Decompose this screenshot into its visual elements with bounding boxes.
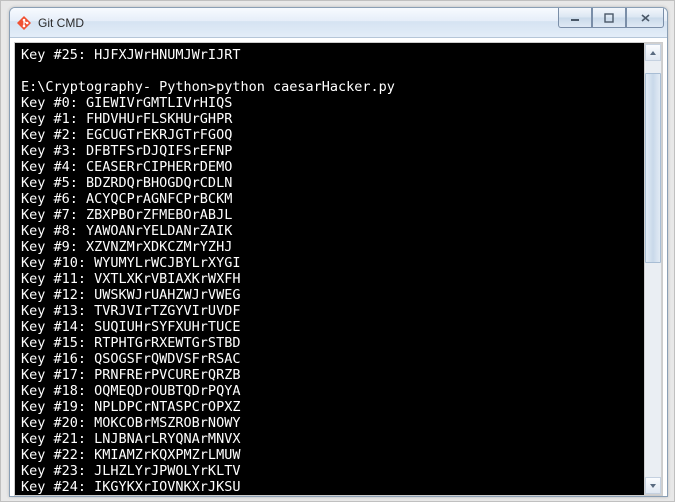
terminal-line: Key #23: JLHZLYrJPWOLYrKLTV: [21, 463, 656, 479]
terminal-line: Key #1: FHDVHUrFLSKHUrGHPR: [21, 111, 656, 127]
terminal-line: Key #4: CEASERrCIPHERrDEMO: [21, 159, 656, 175]
window-controls: [558, 8, 664, 28]
terminal-line: E:\Cryptography- Python>python caesarHac…: [21, 79, 656, 95]
terminal-line: Key #21: LNJBNArLRYQNArMNVX: [21, 431, 656, 447]
scroll-track[interactable]: [645, 61, 661, 477]
terminal-line: Key #25: HJFXJWrHNUMJWrIJRT: [21, 47, 656, 63]
terminal-line: Key #14: SUQIUHrSYFXUHrTUCE: [21, 319, 656, 335]
terminal-line: Key #9: XZVNZMrXDKCZMrYZHJ: [21, 239, 656, 255]
vertical-scrollbar[interactable]: [644, 43, 662, 495]
chevron-up-icon: [649, 50, 657, 56]
terminal-line: Key #5: BDZRDQrBHOGDQrCDLN: [21, 175, 656, 191]
app-window: Git CMD Key #25: HJFXJWrHNUMJWrIJRT E:\: [9, 7, 668, 497]
minimize-icon: [570, 13, 580, 23]
terminal-line: Key #18: OQMEQDrOUBTQDrPQYA: [21, 383, 656, 399]
terminal-body[interactable]: Key #25: HJFXJWrHNUMJWrIJRT E:\Cryptogra…: [14, 42, 663, 496]
terminal-line: Key #6: ACYQCPrAGNFCPrBCKM: [21, 191, 656, 207]
terminal-line: Key #24: IKGYKXrIOVNKXrJKSU: [21, 479, 656, 495]
terminal-line: Key #17: PRNFRErPVCURErQRZB: [21, 367, 656, 383]
maximize-icon: [604, 13, 614, 23]
terminal-line: Key #22: KMIAMZrKQXPMZrLMUW: [21, 447, 656, 463]
terminal-line: [21, 63, 656, 79]
terminal-line: Key #10: WYUMYLrWCJBYLrXYGI: [21, 255, 656, 271]
window-title: Git CMD: [38, 16, 84, 30]
terminal-line: Key #3: DFBTFSrDJQIFSrEFNP: [21, 143, 656, 159]
close-icon: [640, 13, 651, 23]
scroll-thumb[interactable]: [645, 73, 661, 263]
scroll-down-button[interactable]: [645, 477, 661, 494]
scroll-up-button[interactable]: [645, 44, 661, 61]
terminal-output: Key #25: HJFXJWrHNUMJWrIJRT E:\Cryptogra…: [21, 47, 656, 496]
app-icon: [16, 15, 32, 31]
terminal-line: Key #2: EGCUGTrEKRJGTrFGOQ: [21, 127, 656, 143]
terminal-line: Key #7: ZBXPBOrZFMEBOrABJL: [21, 207, 656, 223]
terminal-line: Key #13: TVRJVIrTZGYVIrUVDF: [21, 303, 656, 319]
terminal-line: Key #0: GIEWIVrGMTLIVrHIQS: [21, 95, 656, 111]
terminal-line: Key #16: QSOGSFrQWDVSFrRSAC: [21, 351, 656, 367]
minimize-button[interactable]: [558, 8, 592, 28]
titlebar[interactable]: Git CMD: [10, 8, 667, 38]
terminal-line: Key #25: HJFXJWrHNUMJWrIJRT: [21, 495, 656, 496]
terminal-line: Key #20: MOKCOBrMSZROBrNOWY: [21, 415, 656, 431]
terminal-line: Key #12: UWSKWJrUAHZWJrVWEG: [21, 287, 656, 303]
chevron-down-icon: [649, 483, 657, 489]
close-button[interactable]: [626, 8, 664, 28]
terminal-line: Key #19: NPLDPCrNTASPCrOPXZ: [21, 399, 656, 415]
terminal-line: Key #15: RTPHTGrRXEWTGrSTBD: [21, 335, 656, 351]
maximize-button[interactable]: [592, 8, 626, 28]
terminal-line: Key #8: YAWOANrYELDANrZAIK: [21, 223, 656, 239]
terminal-line: Key #11: VXTLXKrVBIAXKrWXFH: [21, 271, 656, 287]
